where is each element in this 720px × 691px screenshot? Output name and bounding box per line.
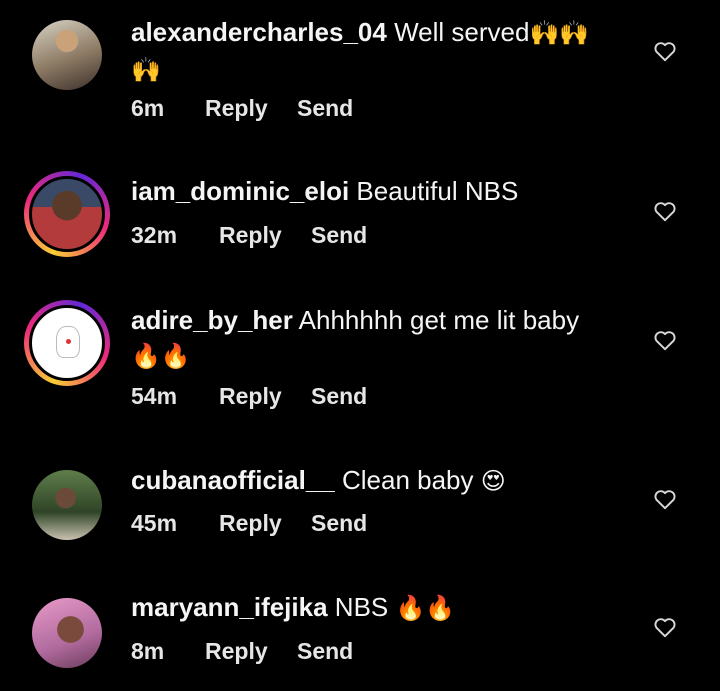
send-button[interactable]: Send [311, 222, 367, 249]
comment-username[interactable]: iam_dominic_eloi [131, 176, 349, 206]
comment-emoji: 🙌🙌 [529, 19, 590, 47]
comment-meta: 32m Reply Send [131, 222, 367, 249]
comment-username[interactable]: cubanaofficial__ [131, 465, 335, 495]
avatar-image [32, 598, 102, 668]
comment-time: 6m [131, 95, 165, 121]
comment-meta: 54m Reply Send [131, 383, 367, 410]
comment-time: 45m [131, 510, 178, 536]
avatar-image [32, 470, 102, 540]
heart-icon[interactable] [652, 486, 678, 512]
brand-logo-icon [56, 326, 80, 358]
send-button[interactable]: Send [297, 95, 353, 122]
reply-button[interactable]: Reply [205, 95, 297, 122]
comment-emoji-line: 🔥🔥 [131, 342, 191, 370]
comment-text: Clean baby [341, 465, 474, 495]
comment-username[interactable]: adire_by_her [131, 305, 293, 335]
comment-time: 8m [131, 638, 165, 664]
comment-line: maryann_ifejika NBS 🔥🔥 [131, 589, 455, 626]
comment-text: Well served [394, 17, 530, 47]
send-button[interactable]: Send [311, 510, 367, 537]
comment-emoji: 🔥🔥 [395, 594, 456, 622]
comment-meta: 45m Reply Send [131, 510, 367, 537]
reply-button[interactable]: Reply [219, 222, 311, 249]
comment-text: NBS [334, 592, 389, 622]
comment-username[interactable]: alexandercharles_04 [131, 17, 387, 47]
avatar-story-ring[interactable] [24, 171, 110, 257]
heart-icon[interactable] [652, 327, 678, 353]
comment-emoji-line: 🙌 [131, 56, 161, 84]
comment-line: iam_dominic_eloi Beautiful NBS [131, 173, 518, 209]
heart-icon[interactable] [652, 614, 678, 640]
comment-line: cubanaofficial__ Clean baby 😍 [131, 462, 506, 499]
avatar[interactable] [32, 20, 102, 90]
comment-meta: 8m Reply Send [131, 638, 353, 665]
reply-button[interactable]: Reply [219, 383, 311, 410]
comment-text: Beautiful NBS [356, 176, 519, 206]
comment-time: 54m [131, 383, 178, 409]
comment-text: Ahhhhhh get me lit baby [298, 305, 580, 335]
reply-button[interactable]: Reply [205, 638, 297, 665]
comment-meta: 6m Reply Send [131, 95, 353, 122]
heart-icon[interactable] [652, 198, 678, 224]
send-button[interactable]: Send [297, 638, 353, 665]
heart-icon[interactable] [652, 38, 678, 64]
avatar[interactable] [32, 598, 102, 668]
comment-line: adire_by_her Ahhhhhh get me lit baby [131, 302, 579, 338]
avatar-image [29, 305, 105, 381]
avatar-image [32, 20, 102, 90]
comment-emoji: 😍 [480, 467, 506, 495]
avatar-image [29, 176, 105, 252]
reply-button[interactable]: Reply [219, 510, 311, 537]
comment-line: alexandercharles_04 Well served🙌🙌 [131, 14, 589, 51]
comment-time: 32m [131, 222, 178, 248]
avatar-story-ring[interactable] [24, 300, 110, 386]
send-button[interactable]: Send [311, 383, 367, 410]
comment-username[interactable]: maryann_ifejika [131, 592, 328, 622]
avatar[interactable] [32, 470, 102, 540]
